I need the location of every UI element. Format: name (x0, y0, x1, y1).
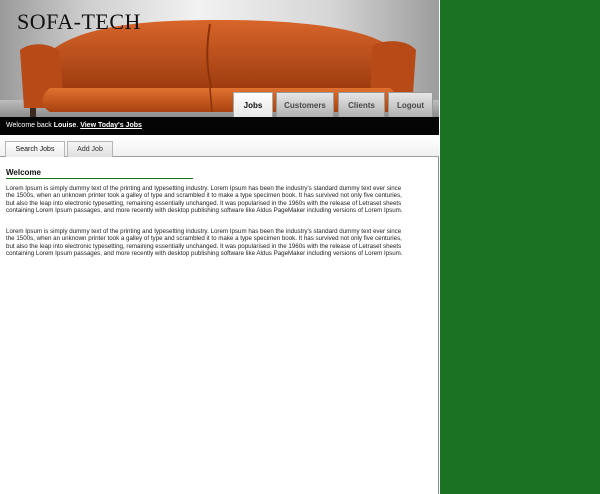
subtab-bar: Search Jobs Add Job (0, 135, 439, 157)
subtab-add-job[interactable]: Add Job (67, 141, 113, 157)
content-title: Welcome (6, 168, 41, 177)
subtab-search-jobs[interactable]: Search Jobs (5, 141, 65, 157)
welcome-bar: Welcome back Louise. View Today's Jobs (0, 117, 439, 135)
welcome-prefix: Welcome back (6, 122, 54, 129)
nav-tab-jobs[interactable]: Jobs (233, 92, 273, 117)
welcome-user: Louise (53, 122, 77, 129)
title-divider (6, 178, 193, 179)
content-paragraph: Lorem Ipsum is simply dummy text of the … (6, 185, 403, 215)
nav-tab-clients[interactable]: Clients (338, 92, 385, 117)
header-banner: SOFA-TECH Jobs Customers Clients Logout (0, 0, 439, 117)
view-todays-jobs-link[interactable]: View Today's Jobs (80, 122, 142, 129)
nav-tab-logout[interactable]: Logout (388, 92, 433, 117)
content-paragraph: Lorem Ipsum is simply dummy text of the … (6, 228, 403, 258)
side-panel (440, 0, 600, 494)
site-title: SOFA-TECH (17, 9, 141, 34)
nav-tab-customers[interactable]: Customers (276, 92, 334, 117)
main-column: SOFA-TECH Jobs Customers Clients Logout … (0, 0, 439, 494)
